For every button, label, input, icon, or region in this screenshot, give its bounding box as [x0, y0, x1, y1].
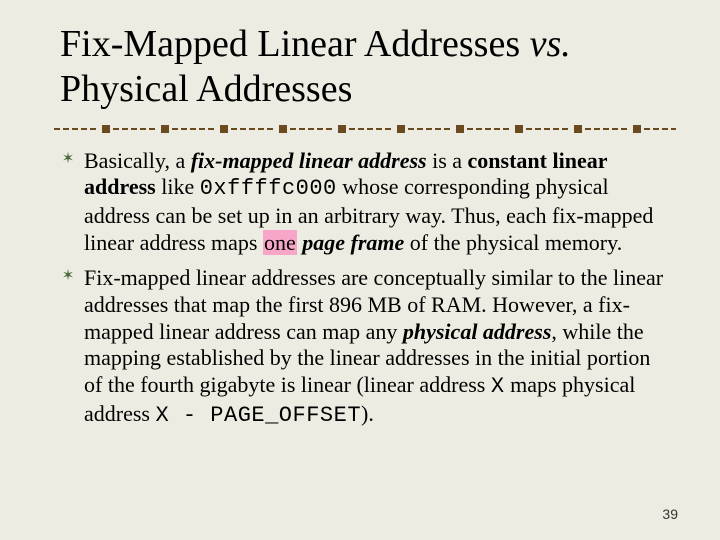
body: ✶ Basically, a fix-mapped linear address…	[60, 148, 670, 430]
text: physical address	[403, 319, 552, 344]
text: Basically, a	[84, 148, 191, 173]
divider	[54, 124, 676, 134]
text: ).	[361, 401, 374, 426]
text: like	[156, 174, 200, 199]
highlight: one	[263, 230, 297, 255]
title-part-2: Physical Addresses	[60, 68, 352, 110]
code-text: X - PAGE_OFFSET	[155, 403, 361, 428]
leaf-icon: ✶	[60, 152, 76, 167]
text: is a	[427, 148, 468, 173]
slide-title: Fix-Mapped Linear Addresses vs. Physical…	[60, 22, 670, 112]
list-item: ✶ Basically, a fix-mapped linear address…	[60, 148, 670, 257]
title-vs: vs.	[530, 23, 571, 65]
slide: Fix-Mapped Linear Addresses vs. Physical…	[0, 0, 720, 540]
bullet-list: ✶ Basically, a fix-mapped linear address…	[60, 148, 670, 430]
code-text: X	[491, 374, 505, 399]
code-text: 0xffffc000	[200, 176, 337, 201]
leaf-icon: ✶	[60, 269, 76, 284]
text: page frame	[297, 230, 405, 255]
list-item: ✶ Fix-mapped linear addresses are concep…	[60, 265, 670, 430]
text: fix-mapped linear address	[191, 148, 427, 173]
title-part-1: Fix-Mapped Linear Addresses	[60, 23, 530, 65]
page-number: 39	[662, 506, 678, 522]
text: of the physical memory.	[404, 230, 622, 255]
